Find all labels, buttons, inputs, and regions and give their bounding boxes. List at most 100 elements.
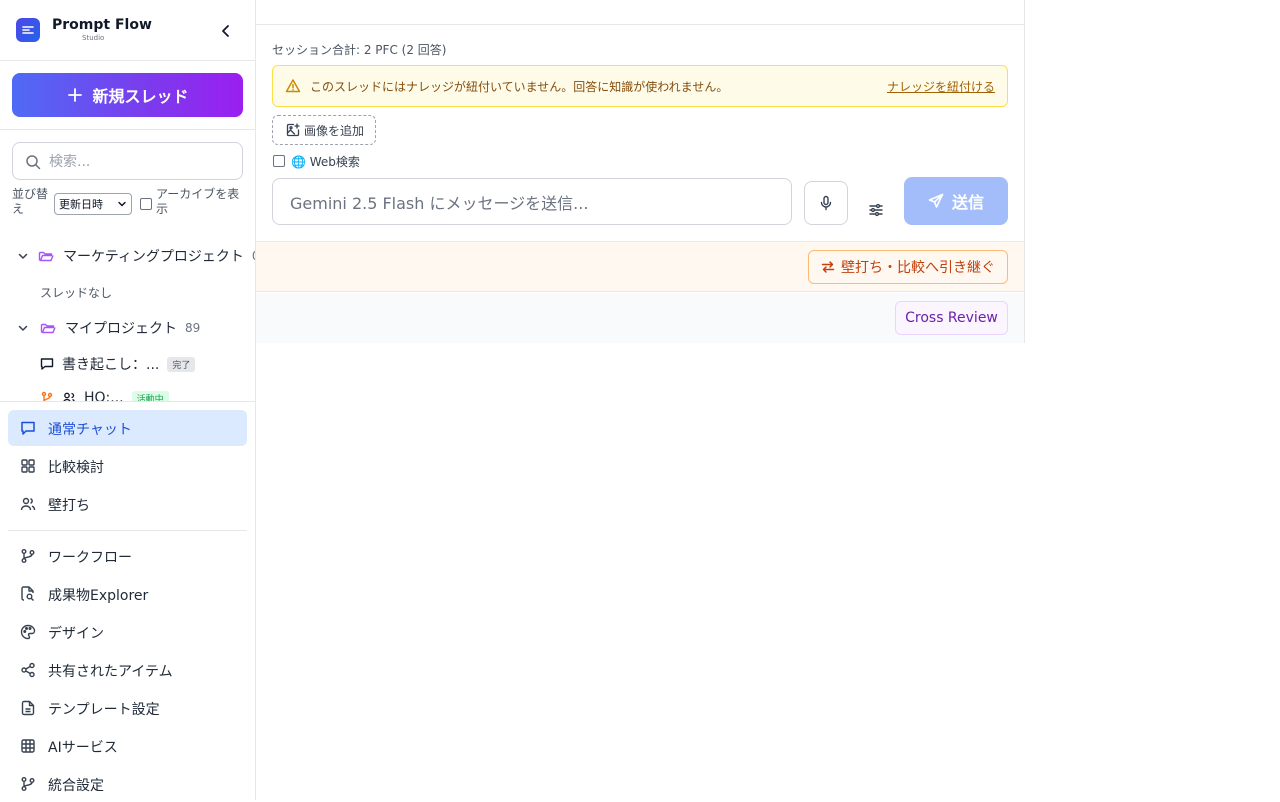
nav-item-artifact-explorer[interactable]: 成果物Explorer (8, 576, 247, 612)
message-area (256, 0, 1024, 25)
users-icon (63, 392, 75, 401)
cross-review-button[interactable]: Cross Review (895, 301, 1008, 335)
brand-subtitle: Studio (82, 34, 105, 42)
collapse-sidebar-button[interactable] (215, 20, 237, 42)
sidebar: Prompt Flow Studio 新規スレッド 並び替え 更新日時 アーカイ… (0, 0, 256, 800)
folder-open-icon (38, 248, 54, 264)
thread-row[interactable]: HQ:... 活動中 (40, 386, 169, 401)
nav-item-design[interactable]: デザイン (8, 614, 247, 650)
git-merge-icon (21, 777, 35, 791)
voice-input-button[interactable] (804, 181, 848, 225)
project-row-my-project[interactable]: マイプロジェクト 89 (0, 313, 255, 343)
nav-item-shared-items[interactable]: 共有されたアイテム (8, 652, 247, 688)
microphone-icon (820, 195, 832, 211)
git-branch-icon (41, 391, 53, 401)
image-plus-icon (286, 123, 300, 137)
project-count: 89 (185, 321, 201, 335)
thread-name: HQ:... (84, 390, 124, 401)
nav-item-normal-chat[interactable]: 通常チャット (8, 410, 247, 446)
archive-label: アーカイブを表示 (156, 187, 240, 216)
brand-header: Prompt Flow Studio (0, 0, 255, 61)
project-name: マーケティングプロジェクト (63, 249, 244, 265)
project-count: 0 (252, 249, 255, 263)
chat-bubble-icon (21, 421, 35, 435)
sliders-icon (869, 203, 883, 217)
nav-item-label: 共有されたアイテム (48, 664, 173, 680)
project-row-marketing[interactable]: マーケティングプロジェクト 0 (0, 241, 255, 271)
link-knowledge-link[interactable]: ナレッジを紐付ける (887, 78, 995, 95)
settings-button[interactable] (865, 199, 887, 221)
nav-item-label: 通常チャット (48, 422, 132, 438)
divider (8, 530, 247, 531)
send-button[interactable]: 送信 (904, 177, 1008, 225)
nav-item-template-settings[interactable]: テンプレート設定 (8, 690, 247, 726)
message-input[interactable] (290, 192, 780, 214)
knowledge-warning-banner: このスレッドにはナレッジが紐付いていません。回答に知識が使われません。 ナレッジ… (272, 65, 1008, 107)
handoff-label: 壁打ち・比較へ引き継ぐ (841, 260, 995, 276)
session-total: セッション合計: 2 PFC (2 回答) (272, 43, 447, 57)
users-icon (20, 497, 36, 511)
add-image-button[interactable]: 画像を追加 (272, 115, 376, 145)
file-search-icon (21, 586, 34, 601)
send-label: 送信 (951, 193, 984, 212)
sort-select-value: 更新日時 (59, 198, 103, 211)
nav-item-label: 壁打ち (48, 498, 90, 514)
nav-item-label: 統合設定 (48, 778, 104, 794)
search-input[interactable] (49, 151, 235, 173)
flow-logo-icon (16, 18, 40, 42)
search-box (12, 142, 243, 180)
archive-checkbox[interactable] (140, 198, 152, 210)
warning-triangle-icon (285, 79, 301, 93)
nav-item-label: 比較検討 (48, 460, 104, 476)
chat-panel: セッション合計: 2 PFC (2 回答) このスレッドにはナレッジが紐付いてい… (256, 0, 1025, 343)
thread-row[interactable]: 書き起こし：... 完了 (40, 352, 196, 376)
sidebar-nav: 通常チャット 比較検討 壁打ち ワークフロー 成果物Explorer デザイン … (0, 401, 255, 794)
nav-item-label: デザイン (48, 626, 104, 642)
send-icon (928, 193, 944, 208)
swap-arrows-icon (821, 261, 835, 273)
project-list: マーケティングプロジェクト 0 スレッドなし マイプロジェクト 89 書き起こし… (0, 238, 255, 401)
nav-item-compare[interactable]: 比較検討 (8, 448, 247, 484)
nav-item-workflow[interactable]: ワークフロー (8, 538, 247, 574)
status-badge: 完了 (167, 356, 196, 372)
chevron-left-icon (222, 25, 229, 37)
status-badge: 活動中 (131, 390, 169, 401)
warning-message: このスレッドにはナレッジが紐付いていません。回答に知識が使われません。 (310, 80, 729, 94)
add-image-label: 画像を追加 (304, 123, 365, 138)
chat-bubble-icon (40, 358, 54, 370)
nav-item-integration-settings[interactable]: 統合設定 (8, 766, 247, 802)
brand-name: Prompt Flow (52, 17, 152, 33)
cross-review-bar: Cross Review (256, 293, 1024, 343)
handoff-bar: 壁打ち・比較へ引き継ぐ (256, 241, 1024, 292)
nav-item-ai-services[interactable]: AIサービス (8, 728, 247, 764)
folder-open-icon (40, 320, 56, 336)
web-search-checkbox[interactable] (273, 155, 285, 167)
chevron-down-icon (17, 250, 29, 262)
empty-thread-label: スレッドなし (40, 286, 113, 300)
nav-item-label: AIサービス (48, 740, 118, 756)
table-icon (21, 739, 35, 753)
handoff-button[interactable]: 壁打ち・比較へ引き継ぐ (808, 250, 1008, 284)
sort-select[interactable]: 更新日時 (54, 193, 132, 215)
nav-item-label: 成果物Explorer (48, 588, 149, 604)
nav-item-label: テンプレート設定 (48, 702, 160, 718)
new-thread-button[interactable]: 新規スレッド (12, 73, 243, 117)
chevron-down-icon (17, 322, 31, 334)
git-branch-icon (21, 549, 35, 563)
web-search-label: 🌐 Web検索 (291, 155, 360, 169)
grid-icon (21, 459, 35, 473)
nav-item-label: ワークフロー (48, 550, 132, 566)
nav-item-brainstorm[interactable]: 壁打ち (8, 486, 247, 522)
search-icon (26, 155, 41, 170)
document-icon (21, 700, 35, 716)
thread-name: 書き起こし：... (62, 357, 160, 373)
message-input-box (272, 178, 792, 225)
sort-label: 並び替え (12, 187, 49, 216)
new-thread-label: 新規スレッド (92, 87, 189, 106)
chevron-down-icon (118, 201, 126, 207)
plus-icon (68, 88, 83, 102)
palette-icon (20, 624, 36, 640)
share-icon (21, 662, 35, 678)
divider (0, 129, 255, 130)
project-name: マイプロジェクト (65, 321, 177, 337)
